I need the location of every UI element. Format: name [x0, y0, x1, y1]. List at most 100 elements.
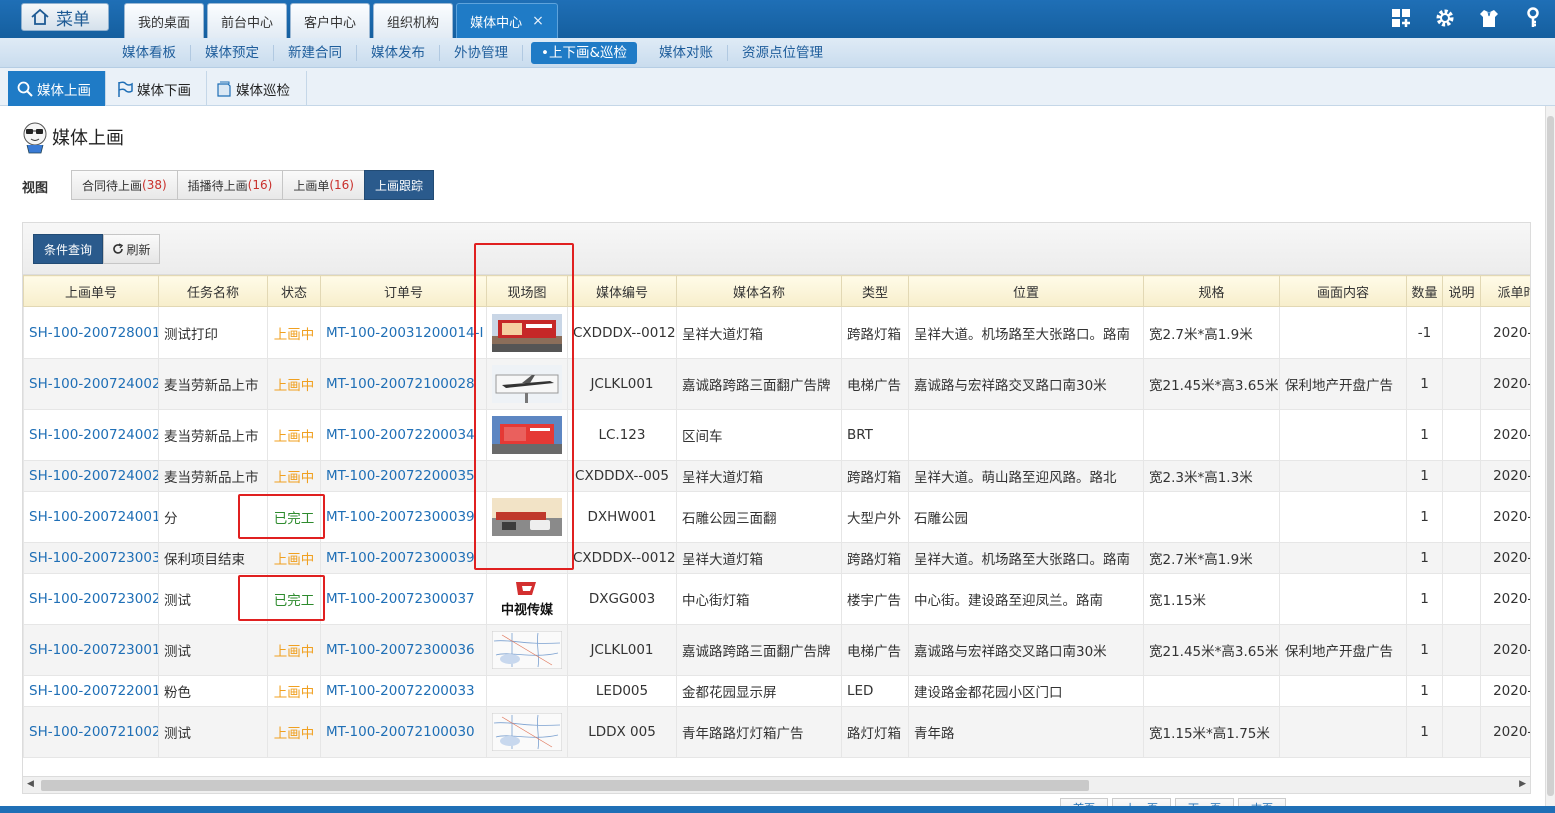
location-cell: 嘉诚路与宏祥路交叉路口南30米: [908, 358, 1144, 410]
scroll-right-icon[interactable]: ▶: [1519, 779, 1526, 789]
media-code-cell: CXDDDX--0012: [567, 306, 677, 359]
col-header[interactable]: 位置: [908, 275, 1144, 307]
table-row[interactable]: SH-100-200721002 测试 上画中 MT-100-20072100030 L…: [23, 706, 1530, 758]
install-order-link[interactable]: SH-100-200724001: [23, 491, 159, 543]
order-number-link[interactable]: MT-100-20031200014-I: [320, 306, 487, 359]
refresh-button[interactable]: 刷新: [103, 234, 160, 264]
col-header[interactable]: 上画单号: [23, 275, 159, 307]
install-order-link[interactable]: SH-100-200728001: [23, 306, 159, 359]
spec-cell: 宽21.45米*高3.65米: [1143, 358, 1280, 410]
horizontal-scrollbar[interactable]: ◀ ▶: [22, 776, 1531, 794]
subnav-new-contract[interactable]: 新建合同: [274, 45, 357, 61]
quantity-cell: 1: [1406, 358, 1443, 410]
order-number-link[interactable]: MT-100-20072200034: [320, 409, 487, 461]
media-code-cell: DXHW001: [567, 491, 677, 543]
media-code-cell: LED005: [567, 675, 677, 707]
table-row[interactable]: SH-100-200723001 测试 上画中 MT-100-20072300036 J…: [23, 624, 1530, 676]
svg-text:中视传媒: 中视传媒: [501, 602, 554, 618]
tab-organization[interactable]: 组织机构: [373, 3, 454, 38]
order-number-link[interactable]: MT-100-20072300039: [320, 542, 487, 574]
view-tab-install-orders[interactable]: 上画单 (16): [282, 170, 365, 200]
col-header[interactable]: 画面内容: [1279, 275, 1407, 307]
subtab-media-install[interactable]: 媒体上画: [8, 71, 106, 106]
order-number-link[interactable]: MT-100-20072300037: [320, 573, 487, 625]
task-name-cell: 麦当劳新品上市: [158, 409, 268, 461]
subnav-outsourcing[interactable]: 外协管理: [440, 45, 523, 61]
shirt-icon[interactable]: [1477, 6, 1501, 30]
order-number-link[interactable]: MT-100-20072100028: [320, 358, 487, 410]
install-order-link[interactable]: SH-100-200721002: [23, 706, 159, 758]
table-row[interactable]: SH-100-200722001 粉色 上画中 MT-100-20072200033 L…: [23, 675, 1530, 707]
subtab-media-uninstall[interactable]: 媒体下画: [108, 71, 207, 106]
tab-customer-center[interactable]: 客户中心: [290, 3, 371, 38]
col-header[interactable]: 媒体名称: [676, 275, 842, 307]
highlight-box-photos: [474, 243, 574, 570]
order-number-link[interactable]: MT-100-20072300036: [320, 624, 487, 676]
install-order-link[interactable]: SH-100-200722001: [23, 675, 159, 707]
col-header[interactable]: 任务名称: [158, 275, 268, 307]
key-icon[interactable]: [1521, 6, 1545, 30]
grid-icon[interactable]: [1389, 6, 1413, 30]
site-photo-cell[interactable]: [486, 706, 568, 758]
tab-front-center[interactable]: 前台中心: [207, 3, 288, 38]
gear-icon[interactable]: [1433, 6, 1457, 30]
close-icon[interactable]: ×: [532, 13, 544, 29]
note-cell: [1442, 573, 1481, 625]
view-tab-insert-pending[interactable]: 插播待上画 (16): [176, 170, 284, 200]
scroll-thumb[interactable]: [1547, 116, 1554, 796]
scroll-thumb[interactable]: [41, 780, 1089, 791]
col-header[interactable]: 说明: [1442, 275, 1481, 307]
site-photo-thumbnail[interactable]: [492, 631, 562, 669]
tab-media-center[interactable]: 媒体中心 ×: [456, 3, 558, 38]
table-row[interactable]: SH-100-200728001 测试打印 上画中 MT-100-2003120001…: [23, 306, 1530, 359]
order-number-link[interactable]: MT-100-20072100030: [320, 706, 487, 758]
install-order-link[interactable]: SH-100-200724002: [23, 409, 159, 461]
install-order-link[interactable]: SH-100-200724002: [23, 358, 159, 410]
install-order-link[interactable]: SH-100-200723001: [23, 624, 159, 676]
subnav-install-inspect[interactable]: •上下画&巡检: [531, 42, 637, 64]
dispatch-date-cell: 2020-0: [1480, 624, 1530, 676]
order-number-link[interactable]: MT-100-20072200035: [320, 460, 487, 492]
table-row[interactable]: SH-100-200724002 麦当劳新品上市 上画中 MT-100-2007220…: [23, 460, 1530, 492]
status-cell: 上画中: [267, 409, 321, 461]
query-button[interactable]: 条件查询: [33, 234, 103, 264]
order-number-link[interactable]: MT-100-20072200033: [320, 675, 487, 707]
table-row[interactable]: SH-100-200724002 麦当劳新品上市 上画中 MT-100-2007220…: [23, 409, 1530, 461]
table-row[interactable]: SH-100-200723003 保利项目结束 上画中 MT-100-20072300…: [23, 542, 1530, 574]
site-photo-thumbnail[interactable]: [492, 713, 562, 751]
site-photo-cell[interactable]: [486, 624, 568, 676]
site-photo-cell[interactable]: [486, 675, 568, 707]
subnav-media-publish[interactable]: 媒体发布: [357, 45, 440, 61]
order-number-link[interactable]: MT-100-20072300039: [320, 491, 487, 543]
col-header[interactable]: 派单时: [1480, 275, 1530, 307]
content-cell: [1279, 675, 1407, 707]
subnav-media-reconcile[interactable]: 媒体对账: [645, 45, 728, 61]
media-code-cell: CXDDDX--005: [567, 460, 677, 492]
col-header[interactable]: 媒体编号: [567, 275, 677, 307]
spec-cell: [1143, 491, 1280, 543]
menu-button[interactable]: 菜单: [21, 3, 109, 31]
subnav-resource-points[interactable]: 资源点位管理: [728, 45, 837, 61]
col-header[interactable]: 类型: [841, 275, 909, 307]
subnav-media-booking[interactable]: 媒体预定: [191, 45, 274, 61]
view-tab-install-tracking[interactable]: 上画跟踪: [363, 170, 434, 200]
table-row[interactable]: SH-100-200724002 麦当劳新品上市 上画中 MT-100-2007210…: [23, 358, 1530, 410]
site-photo-cell[interactable]: 中视传媒: [486, 573, 568, 625]
vertical-scrollbar[interactable]: [1545, 106, 1555, 813]
subtab-media-inspect[interactable]: 媒体巡检: [207, 71, 307, 106]
tab-my-desktop[interactable]: 我的桌面: [124, 3, 205, 38]
install-order-link[interactable]: SH-100-200723002: [23, 573, 159, 625]
quantity-cell: 1: [1406, 491, 1443, 543]
install-order-link[interactable]: SH-100-200723003: [23, 542, 159, 574]
subnav-media-board[interactable]: 媒体看板: [108, 45, 191, 61]
col-header[interactable]: 订单号: [320, 275, 487, 307]
view-tab-contract-pending[interactable]: 合同待上画 (38): [71, 170, 178, 200]
install-order-link[interactable]: SH-100-200724002: [23, 460, 159, 492]
scroll-left-icon[interactable]: ◀: [27, 779, 34, 789]
task-name-cell: 测试: [158, 706, 268, 758]
subtab-label: 媒体上画: [37, 82, 91, 99]
media-name-cell: 呈祥大道灯箱: [676, 460, 842, 492]
col-header[interactable]: 状态: [267, 275, 321, 307]
col-header[interactable]: 规格: [1143, 275, 1280, 307]
col-header[interactable]: 数量: [1406, 275, 1443, 307]
